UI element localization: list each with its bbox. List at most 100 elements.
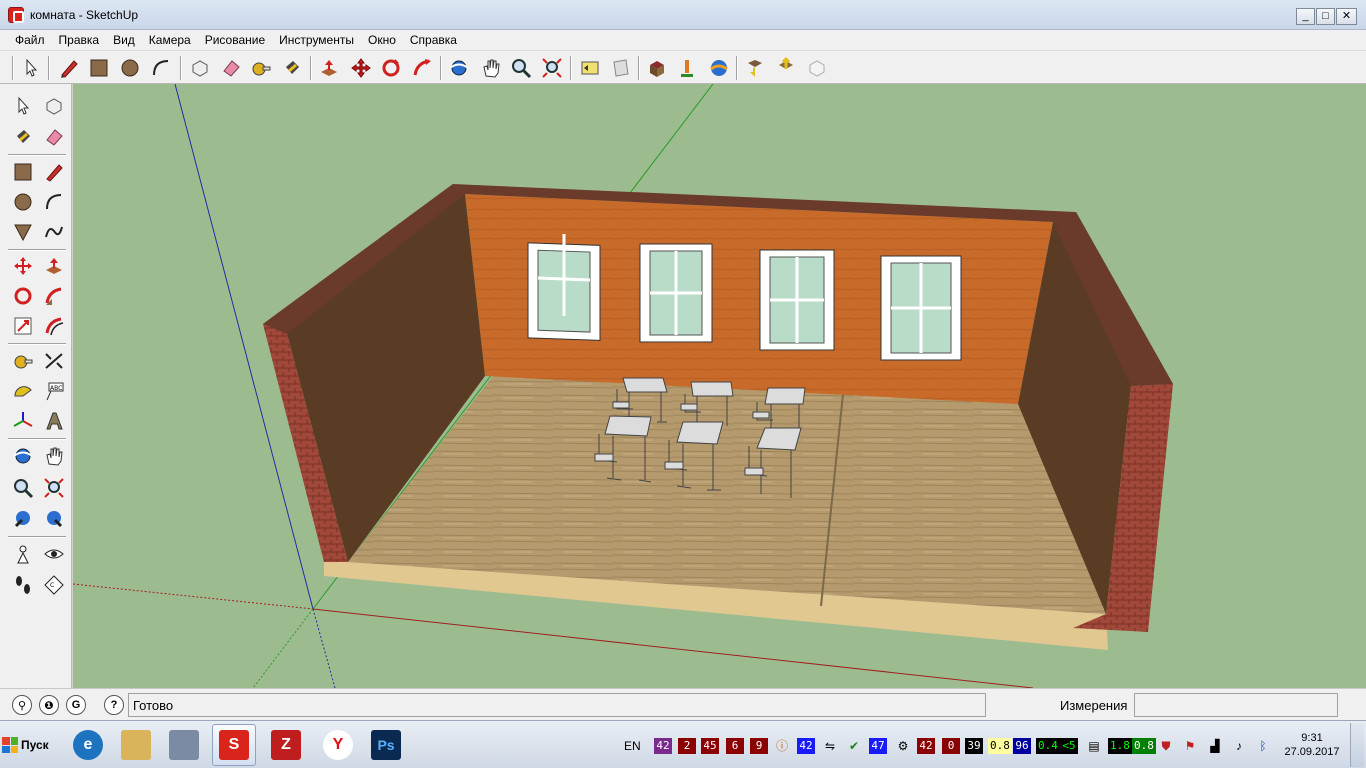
section-plane-icon[interactable]: C bbox=[40, 571, 68, 599]
taskbar-file-explorer[interactable] bbox=[114, 724, 158, 766]
tray-badge[interactable]: 0.8 bbox=[1132, 738, 1156, 754]
orbit-icon[interactable] bbox=[9, 442, 37, 470]
component-icon[interactable] bbox=[40, 92, 68, 120]
menu-file[interactable]: Файл bbox=[8, 33, 52, 47]
rotate-icon[interactable] bbox=[9, 282, 37, 310]
zoom-extents-icon[interactable] bbox=[539, 55, 565, 81]
tray-badge[interactable]: 0 bbox=[942, 738, 960, 754]
move-icon[interactable] bbox=[348, 55, 374, 81]
menu-edit[interactable]: Правка bbox=[52, 33, 107, 47]
bluetooth-icon[interactable]: ᛒ bbox=[1255, 738, 1271, 754]
menu-camera[interactable]: Камера bbox=[142, 33, 198, 47]
tray-badge[interactable]: 2 bbox=[678, 738, 696, 754]
zoom-icon[interactable] bbox=[508, 55, 534, 81]
action-center-icon[interactable]: ⚑ bbox=[1182, 738, 1198, 754]
user-login-icon[interactable]: G bbox=[66, 695, 86, 715]
tray-badge[interactable]: 9 bbox=[750, 738, 768, 754]
clock[interactable]: 9:31 27.09.2017 bbox=[1282, 731, 1342, 759]
paint-bucket-icon[interactable] bbox=[279, 55, 305, 81]
extension-icon[interactable] bbox=[804, 55, 830, 81]
menu-help[interactable]: Справка bbox=[403, 33, 464, 47]
select-icon[interactable] bbox=[18, 55, 44, 81]
tape-measure-icon[interactable] bbox=[248, 55, 274, 81]
tray-badge[interactable]: 1.8 bbox=[1108, 738, 1132, 754]
taskbar-internet-explorer[interactable]: e bbox=[66, 724, 110, 766]
menu-tools[interactable]: Инструменты bbox=[272, 33, 361, 47]
arc-icon[interactable] bbox=[148, 55, 174, 81]
usb-icon[interactable]: ⚙ bbox=[895, 738, 911, 754]
tray-badge[interactable]: 0.8 bbox=[988, 738, 1012, 754]
zoom-window-icon[interactable] bbox=[40, 474, 68, 502]
taskbar-yandex-browser[interactable]: Y bbox=[316, 724, 360, 766]
start-button[interactable]: Пуск bbox=[2, 731, 54, 759]
paint-bucket-icon[interactable] bbox=[9, 123, 37, 151]
select-icon[interactable] bbox=[9, 92, 37, 120]
network-icon[interactable]: ⇋ bbox=[822, 738, 838, 754]
scale-icon[interactable] bbox=[9, 312, 37, 340]
tray-badge[interactable]: 6 bbox=[726, 738, 744, 754]
taskbar-photoshop[interactable]: Ps bbox=[364, 724, 408, 766]
share-component-icon[interactable] bbox=[773, 55, 799, 81]
rectangle-icon[interactable] bbox=[9, 158, 37, 186]
share-model-icon[interactable] bbox=[674, 55, 700, 81]
credits-icon[interactable]: ❶ bbox=[39, 695, 59, 715]
arc-icon[interactable] bbox=[40, 188, 68, 216]
model-viewport[interactable] bbox=[73, 84, 1366, 688]
tray-badge[interactable]: 42 bbox=[917, 738, 935, 754]
3d-text-icon[interactable] bbox=[40, 407, 68, 435]
pan-icon[interactable] bbox=[40, 442, 68, 470]
show-desktop-button[interactable] bbox=[1350, 723, 1364, 767]
next-view-icon[interactable] bbox=[608, 55, 634, 81]
tray-badge[interactable]: <5 bbox=[1060, 738, 1078, 754]
follow-me-icon[interactable] bbox=[40, 282, 68, 310]
pan-icon[interactable] bbox=[478, 55, 504, 81]
warehouse-icon[interactable] bbox=[706, 55, 732, 81]
signal-icon[interactable]: ▟ bbox=[1207, 738, 1223, 754]
freehand-icon[interactable] bbox=[40, 218, 68, 246]
rotate-icon[interactable] bbox=[378, 55, 404, 81]
rectangle-icon[interactable] bbox=[86, 55, 112, 81]
minimize-button[interactable]: _ bbox=[1296, 8, 1315, 25]
text-icon[interactable]: ABC bbox=[40, 377, 68, 405]
pencil-icon[interactable] bbox=[56, 55, 82, 81]
taskbar-calculator[interactable] bbox=[162, 724, 206, 766]
dimension-icon[interactable] bbox=[40, 347, 68, 375]
position-camera-icon[interactable] bbox=[9, 540, 37, 568]
get-models-icon[interactable] bbox=[644, 55, 670, 81]
circle-icon[interactable] bbox=[117, 55, 143, 81]
maximize-button[interactable]: □ bbox=[1316, 8, 1335, 25]
previous-view-icon[interactable] bbox=[577, 55, 603, 81]
zoom-icon[interactable] bbox=[9, 474, 37, 502]
push-pull-icon[interactable] bbox=[316, 55, 342, 81]
tape-measure-icon[interactable] bbox=[9, 347, 37, 375]
tray-badge[interactable]: 0.4 bbox=[1036, 738, 1060, 754]
line-icon[interactable] bbox=[40, 158, 68, 186]
geo-location-icon[interactable]: ⚲ bbox=[12, 695, 32, 715]
menu-draw[interactable]: Рисование bbox=[198, 33, 272, 47]
polygon-icon[interactable] bbox=[9, 218, 37, 246]
orbit-icon[interactable] bbox=[446, 55, 472, 81]
circle-icon[interactable] bbox=[9, 188, 37, 216]
axes-icon[interactable] bbox=[9, 407, 37, 435]
look-around-icon[interactable] bbox=[40, 540, 68, 568]
push-pull-icon[interactable] bbox=[40, 252, 68, 280]
security-icon[interactable]: ✔ bbox=[846, 738, 862, 754]
taskbar-sketchup[interactable]: S bbox=[212, 724, 256, 766]
shield-icon[interactable]: ⛊ bbox=[1158, 738, 1174, 754]
menu-window[interactable]: Окно bbox=[361, 33, 403, 47]
follow-me-icon[interactable] bbox=[409, 55, 435, 81]
previous-view-icon[interactable] bbox=[9, 505, 37, 533]
get-components-icon[interactable] bbox=[742, 55, 768, 81]
move-icon[interactable] bbox=[9, 252, 37, 280]
protractor-icon[interactable] bbox=[9, 377, 37, 405]
taskbar-filezilla[interactable]: Z bbox=[264, 724, 308, 766]
tray-badge[interactable]: 39 bbox=[965, 738, 983, 754]
tray-badge[interactable]: 42 bbox=[654, 738, 672, 754]
tray-badge[interactable]: 42 bbox=[797, 738, 815, 754]
menu-view[interactable]: Вид bbox=[106, 33, 142, 47]
volume-icon[interactable]: ♪ bbox=[1231, 738, 1247, 754]
measurements-input[interactable] bbox=[1134, 693, 1338, 717]
offset-icon[interactable] bbox=[40, 312, 68, 340]
help-icon[interactable]: ? bbox=[104, 695, 124, 715]
tray-badge[interactable]: 96 bbox=[1013, 738, 1031, 754]
